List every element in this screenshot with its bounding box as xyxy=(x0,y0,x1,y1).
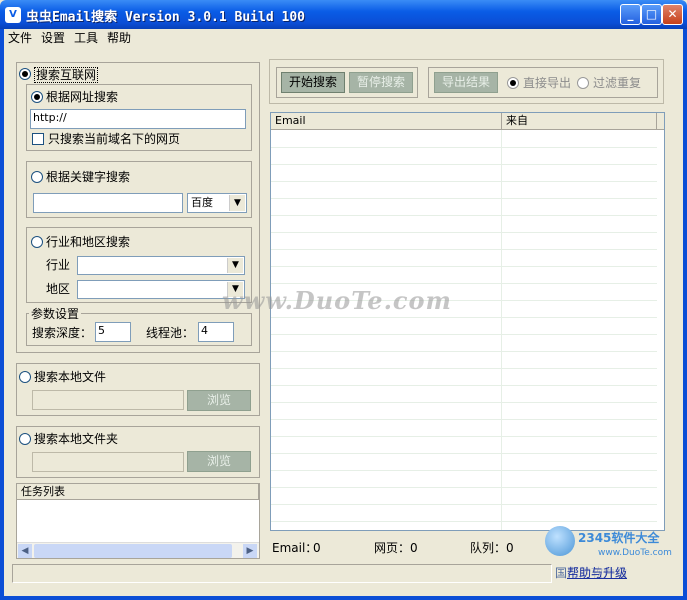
search-internet-radio[interactable] xyxy=(19,68,31,80)
maximize-button[interactable]: □ xyxy=(641,4,662,25)
site-logo-text: 2345软件大全 xyxy=(578,531,660,545)
keyword-search-radio[interactable] xyxy=(31,171,43,183)
grid-row-line xyxy=(271,504,657,505)
filter-dup-label[interactable]: 过滤重复 xyxy=(593,76,641,90)
only-domain-label[interactable]: 只搜索当前域名下的网页 xyxy=(48,132,180,146)
browse-folder-button[interactable]: 浏览 xyxy=(187,451,251,472)
page-count-label: 网页： xyxy=(374,541,411,555)
email-count-label: Email： xyxy=(272,541,318,555)
threads-input[interactable]: 4 xyxy=(198,322,234,342)
grid-row-line xyxy=(271,164,657,165)
direct-export-radio[interactable] xyxy=(507,77,519,89)
local-folder-label[interactable]: 搜索本地文件夹 xyxy=(34,432,118,446)
scrollbar-thumb[interactable] xyxy=(34,544,232,558)
start-search-button[interactable]: 开始搜索 xyxy=(281,72,345,93)
only-domain-checkbox[interactable] xyxy=(32,133,44,145)
threads-label: 线程池： xyxy=(146,326,195,340)
queue-count-label: 队列： xyxy=(470,541,507,555)
close-button[interactable]: ✕ xyxy=(662,4,683,25)
pause-search-button[interactable]: 暂停搜索 xyxy=(349,72,413,93)
site-url-text: www.DuoTe.com xyxy=(598,548,672,558)
grid-row-line xyxy=(271,470,657,471)
search-internet-label[interactable]: 搜索互联网 xyxy=(34,67,99,83)
local-file-path-input[interactable] xyxy=(32,390,184,410)
chevron-down-icon[interactable]: ▼ xyxy=(229,195,245,211)
grid-row-line xyxy=(271,351,657,352)
direct-export-label[interactable]: 直接导出 xyxy=(523,76,571,90)
task-list-scrollbar[interactable]: ◀ ▶ xyxy=(17,542,259,558)
grid-row-line xyxy=(271,147,657,148)
grid-row-line xyxy=(271,198,657,199)
duote-watermark: www.DuoTe.com xyxy=(222,286,452,315)
chevron-right-icon[interactable]: ▶ xyxy=(243,544,257,558)
app-icon[interactable]: V xyxy=(5,7,21,23)
menu-help[interactable]: 帮助 xyxy=(107,29,131,48)
export-results-button[interactable]: 导出结果 xyxy=(434,72,498,93)
grid-row-line xyxy=(271,317,657,318)
local-file-label[interactable]: 搜索本地文件 xyxy=(34,370,106,384)
local-file-radio[interactable] xyxy=(19,371,31,383)
grid-row-line xyxy=(271,419,657,420)
queue-count-value: 0 xyxy=(506,541,514,555)
grid-row-line xyxy=(271,402,657,403)
mascot-logo-icon xyxy=(545,526,575,556)
grid-column-line xyxy=(501,130,502,530)
grid-row-line xyxy=(271,385,657,386)
grid-row-line xyxy=(271,181,657,182)
task-list-header[interactable]: 任务列表 xyxy=(17,484,259,500)
keyword-search-label[interactable]: 根据关键字搜索 xyxy=(46,170,130,184)
params-title: 参数设置 xyxy=(29,307,82,321)
chevron-down-icon[interactable]: ▼ xyxy=(227,258,243,273)
grid-row-line xyxy=(271,521,657,522)
status-strip xyxy=(12,564,552,583)
industry-search-radio[interactable] xyxy=(31,236,43,248)
region-select[interactable]: ▼ xyxy=(77,280,245,299)
window-frame-bottom xyxy=(0,596,687,600)
url-input[interactable]: http:// xyxy=(30,109,246,129)
grid-row-line xyxy=(271,266,657,267)
page-count-value: 0 xyxy=(410,541,418,555)
grid-row-line xyxy=(271,215,657,216)
window-frame-left xyxy=(0,29,4,600)
grid-row-line xyxy=(271,334,657,335)
search-engine-value: 百度 xyxy=(191,196,213,209)
menu-bar xyxy=(4,29,683,48)
grid-row-line xyxy=(271,283,657,284)
window-frame-right xyxy=(683,29,687,600)
filter-dup-radio[interactable] xyxy=(577,77,589,89)
local-folder-radio[interactable] xyxy=(19,433,31,445)
browse-file-button[interactable]: 浏览 xyxy=(187,390,251,411)
depth-label: 搜索深度： xyxy=(32,326,93,340)
help-upgrade-link[interactable]: 帮助与升级 xyxy=(567,566,628,580)
window-title: 虫虫Email搜索 Version 3.0.1 Build 100 xyxy=(26,10,305,25)
menu-tools[interactable]: 工具 xyxy=(74,29,98,48)
search-engine-select[interactable]: 百度 ▼ xyxy=(187,193,247,213)
local-folder-path-input[interactable] xyxy=(32,452,184,472)
grid-row-line xyxy=(271,232,657,233)
industry-search-label[interactable]: 行业和地区搜索 xyxy=(46,235,130,249)
region-label: 地区 xyxy=(46,282,71,296)
grid-row-line xyxy=(271,368,657,369)
grid-row-line xyxy=(271,249,657,250)
column-filler xyxy=(657,113,664,130)
industry-label: 行业 xyxy=(46,258,71,272)
chevron-left-icon[interactable]: ◀ xyxy=(18,544,32,558)
industry-select[interactable]: ▼ xyxy=(77,256,245,275)
minimize-button[interactable]: _ xyxy=(620,4,641,25)
menu-file[interactable]: 文件 xyxy=(8,29,32,48)
column-email[interactable]: Email xyxy=(271,113,502,130)
results-grid xyxy=(271,130,664,530)
grid-row-line xyxy=(271,487,657,488)
grid-row-line xyxy=(271,453,657,454)
url-search-radio[interactable] xyxy=(31,91,43,103)
keyword-input[interactable] xyxy=(33,193,183,213)
column-source[interactable]: 来自 xyxy=(502,113,657,130)
menu-settings[interactable]: 设置 xyxy=(41,29,65,48)
url-search-label[interactable]: 根据网址搜索 xyxy=(46,90,118,104)
email-count-value: 0 xyxy=(313,541,321,555)
grid-row-line xyxy=(271,436,657,437)
depth-input[interactable]: 5 xyxy=(95,322,131,342)
